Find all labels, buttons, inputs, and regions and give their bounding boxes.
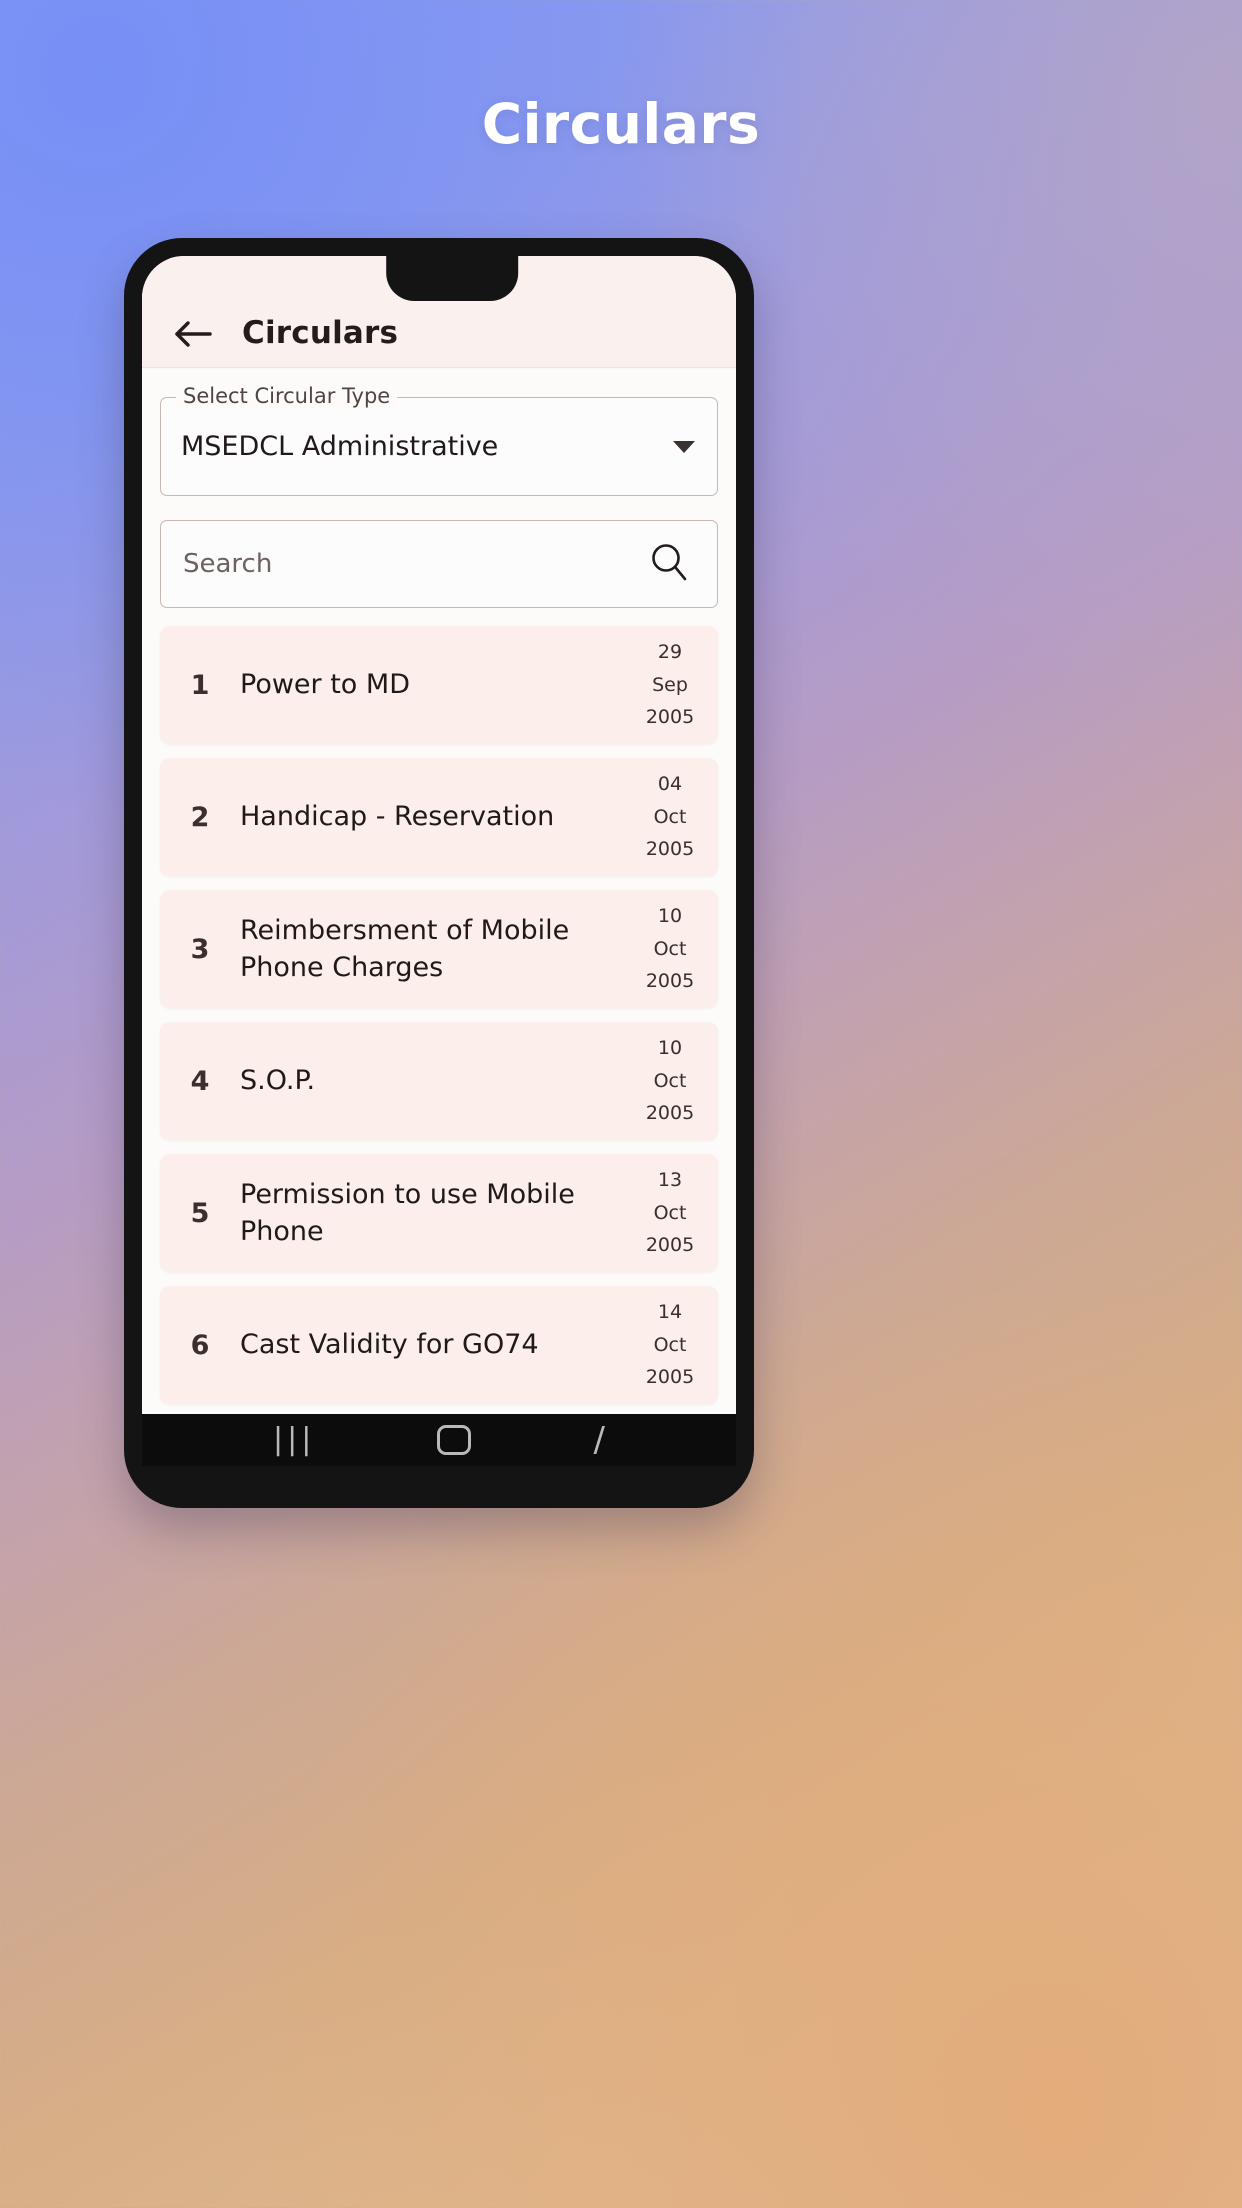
circular-type-label: Select Circular Type xyxy=(176,384,398,408)
circular-index: 5 xyxy=(190,1197,210,1229)
android-nav-bar: ||| / xyxy=(142,1414,736,1466)
recents-icon[interactable]: ||| xyxy=(273,1425,315,1455)
circular-date-month: Oct xyxy=(653,1333,687,1356)
page-title: Circulars xyxy=(481,92,761,156)
circular-date-year: 2005 xyxy=(645,1102,695,1125)
circular-title: Power to MD xyxy=(240,669,410,701)
circular-list-item[interactable]: 6 Cast Validity for GO74 14 Oct 2005 xyxy=(160,1286,718,1405)
app-bar-title: Circulars xyxy=(242,315,399,351)
circular-index: 2 xyxy=(190,801,210,833)
circular-date-day: 14 xyxy=(657,1301,683,1324)
circular-index: 4 xyxy=(190,1065,210,1097)
circular-date-day: 10 xyxy=(657,1037,683,1060)
circular-date-year: 2005 xyxy=(645,1234,695,1257)
circular-date-year: 2005 xyxy=(645,838,695,861)
circular-date-year: 2005 xyxy=(645,1366,695,1389)
home-icon[interactable] xyxy=(437,1425,472,1455)
circular-list-item[interactable]: 3 Reimbersment of Mobile Phone Charges 10 O… xyxy=(160,890,718,1009)
screen-content: Select Circular Type MSEDCL Administrati… xyxy=(142,369,736,1466)
circulars-list: 1 Power to MD 29 Sep 2005 2 Handicap - Reserva… xyxy=(156,626,722,1466)
circular-list-item[interactable]: 5 Permission to use Mobile Phone 13 Oct 2005 xyxy=(160,1154,718,1273)
circular-date: 14 Oct 2005 xyxy=(622,1296,718,1394)
back-button[interactable] xyxy=(162,317,226,351)
circular-type-dropdown-wrapper: Select Circular Type MSEDCL Administrati… xyxy=(160,384,718,496)
circular-list-item[interactable]: 4 S.O.P. 10 Oct 2005 xyxy=(160,1022,718,1141)
circular-date: 10 Oct 2005 xyxy=(622,900,718,998)
circular-date-month: Oct xyxy=(653,1201,687,1224)
search-icon[interactable] xyxy=(647,540,691,588)
phone-mockup-frame: Circulars Select Circular Type MSEDCL Ad… xyxy=(124,238,754,1508)
circular-date-year: 2005 xyxy=(645,970,695,993)
circular-date: 13 Oct 2005 xyxy=(622,1164,718,1262)
search-input[interactable] xyxy=(183,549,590,579)
circular-type-dropdown[interactable]: MSEDCL Administrative xyxy=(160,397,718,496)
circular-date-month: Oct xyxy=(653,1069,687,1092)
circular-index: 3 xyxy=(190,933,210,965)
circular-title: S.O.P. xyxy=(240,1065,316,1097)
chevron-down-icon xyxy=(673,440,695,453)
phone-notch xyxy=(360,256,545,301)
circular-date: 04 Oct 2005 xyxy=(622,768,718,866)
circular-title: Cast Validity for GO74 xyxy=(240,1329,539,1361)
circular-date-month: Oct xyxy=(653,937,687,960)
circular-date-day: 13 xyxy=(657,1169,683,1192)
back-nav-icon[interactable]: / xyxy=(593,1423,604,1457)
circular-date: 29 Sep 2005 xyxy=(622,636,718,734)
circular-date-day: 04 xyxy=(657,773,683,796)
circular-title: Reimbersment of Mobile Phone Charges xyxy=(240,914,570,984)
circular-date-month: Oct xyxy=(653,805,687,828)
circular-list-item[interactable]: 1 Power to MD 29 Sep 2005 xyxy=(160,626,718,745)
circular-title: Permission to use Mobile Phone xyxy=(240,1178,575,1248)
circular-date-year: 2005 xyxy=(645,706,695,729)
search-field[interactable] xyxy=(160,520,718,608)
circular-date-month: Sep xyxy=(652,673,688,696)
circular-title: Handicap - Reservation xyxy=(240,801,555,833)
circular-list-item[interactable]: 2 Handicap - Reservation 04 Oct 2005 xyxy=(160,758,718,877)
circular-type-value: MSEDCL Administrative xyxy=(181,431,499,462)
circular-date-day: 10 xyxy=(657,905,683,928)
circular-date-day: 29 xyxy=(657,641,683,663)
circular-date: 10 Oct 2005 xyxy=(622,1032,718,1130)
phone-screen: Circulars Select Circular Type MSEDCL Ad… xyxy=(142,256,736,1466)
arrow-left-icon xyxy=(174,317,214,351)
circular-index: 1 xyxy=(190,669,210,701)
circular-index: 6 xyxy=(190,1329,210,1361)
